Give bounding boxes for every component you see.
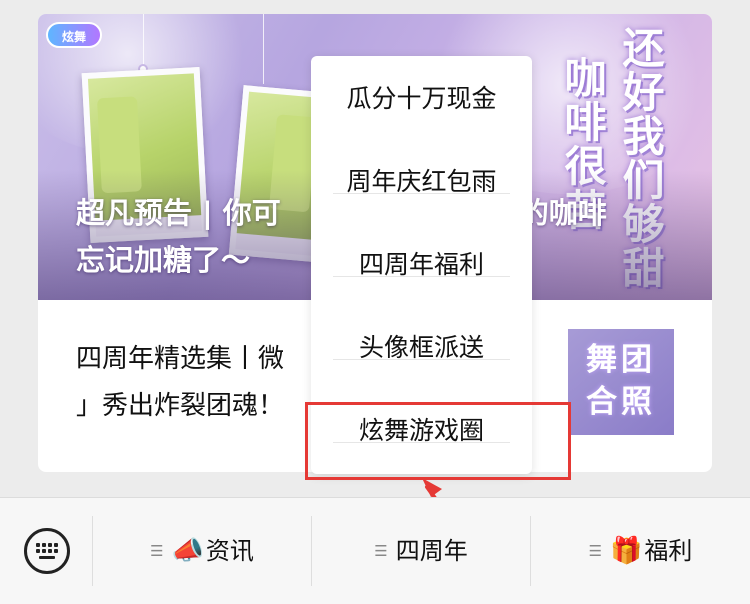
keyboard-icon[interactable] [24,528,70,574]
tab-welfare[interactable]: ☰ 🎁福利 [531,498,750,604]
menu-lines-icon: ☰ [374,542,388,560]
banner-title-line1: 超凡预告 | 你可 [76,196,281,230]
tab-anniversary-label: 四周年 [395,537,468,565]
megaphone-icon: 📣 [171,536,204,566]
gift-icon: 🎁 [610,536,643,566]
menu-lines-icon: ☰ [150,542,164,560]
menu-item-avatar-frame[interactable]: 头像框派送 [311,307,532,389]
tab-news-label: 资讯 [205,537,254,565]
bottom-menu-bar: ☰ 📣资讯 ☰ 四周年 ☰ 🎁福利 [0,497,750,604]
menu-item-red-packet[interactable]: 周年庆红包雨 [311,141,532,223]
tab-news[interactable]: ☰ 📣资讯 [93,498,311,604]
hanging-string [263,14,264,84]
tab-welfare-label: 福利 [644,537,693,565]
menu-item-anniversary-welfare[interactable]: 四周年福利 [311,224,532,306]
highlight-box [305,402,571,480]
menu-item-cash[interactable]: 瓜分十万现金 [311,58,532,140]
banner-title-line2: 忘记加糖了～ [76,243,251,277]
game-logo: 炫舞 [46,22,102,48]
tab-anniversary[interactable]: ☰ 四周年 [312,498,530,604]
article-thumbnail[interactable]: 舞团合照 [568,329,674,435]
hanging-string [143,14,144,70]
menu-lines-icon: ☰ [588,542,603,560]
